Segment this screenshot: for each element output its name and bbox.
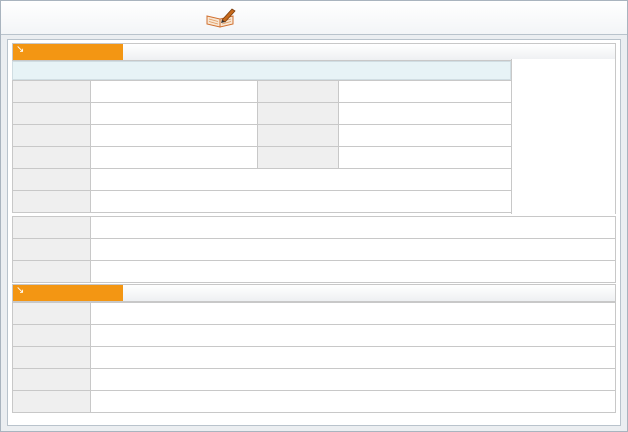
field-label <box>12 80 91 103</box>
field-label <box>12 168 91 191</box>
field-value <box>90 238 616 261</box>
field-value <box>90 390 616 413</box>
field-label <box>12 390 91 413</box>
table-row <box>12 238 616 261</box>
field-value <box>90 216 616 239</box>
field-value <box>90 124 258 147</box>
field-label <box>257 80 339 103</box>
section-2-grid <box>12 302 616 413</box>
field-label <box>12 346 91 369</box>
table-row <box>12 216 616 239</box>
field-value <box>90 190 512 213</box>
field-label <box>12 368 91 391</box>
collapse-arrow-icon[interactable]: ↘ <box>16 44 24 56</box>
table-row <box>12 190 512 213</box>
table-row <box>12 346 616 369</box>
field-value <box>338 102 512 125</box>
section-2-header: ↘ <box>12 284 616 302</box>
table-row <box>12 260 616 283</box>
info-grid <box>12 80 512 213</box>
wide-grid <box>12 216 616 283</box>
collapse-arrow-icon[interactable]: ↘ <box>16 285 24 297</box>
field-value <box>90 302 616 325</box>
section-2-tab: ↘ <box>13 285 123 301</box>
info-strip <box>12 61 511 80</box>
table-row <box>12 390 616 413</box>
field-value <box>90 324 616 347</box>
field-value <box>90 146 258 169</box>
content-panel: ↘ ↘ <box>7 39 621 426</box>
table-row <box>12 302 616 325</box>
section-1-tab: ↘ <box>13 44 123 60</box>
table-row <box>12 324 616 347</box>
field-label <box>12 238 91 261</box>
field-value <box>90 346 616 369</box>
field-value <box>90 168 512 191</box>
field-label <box>12 216 91 239</box>
book-pen-icon <box>206 8 236 28</box>
field-value <box>338 146 512 169</box>
field-label <box>12 302 91 325</box>
table-row <box>12 102 512 125</box>
field-label <box>257 102 339 125</box>
field-label <box>257 146 339 169</box>
table-row <box>12 146 512 169</box>
field-label <box>12 146 91 169</box>
table-row <box>12 124 512 147</box>
field-value <box>338 124 512 147</box>
table-row <box>12 80 512 103</box>
field-value <box>90 80 258 103</box>
field-label <box>12 102 91 125</box>
table-row <box>12 168 512 191</box>
field-value <box>90 368 616 391</box>
field-value <box>90 260 616 283</box>
field-value <box>90 102 258 125</box>
app-window: ↘ ↘ <box>0 0 628 432</box>
field-value <box>338 80 512 103</box>
photo-area <box>511 59 616 214</box>
field-label <box>12 124 91 147</box>
field-label <box>12 190 91 213</box>
field-label <box>12 260 91 283</box>
top-toolbar <box>1 1 627 35</box>
table-row <box>12 368 616 391</box>
field-label <box>12 324 91 347</box>
field-label <box>257 124 339 147</box>
